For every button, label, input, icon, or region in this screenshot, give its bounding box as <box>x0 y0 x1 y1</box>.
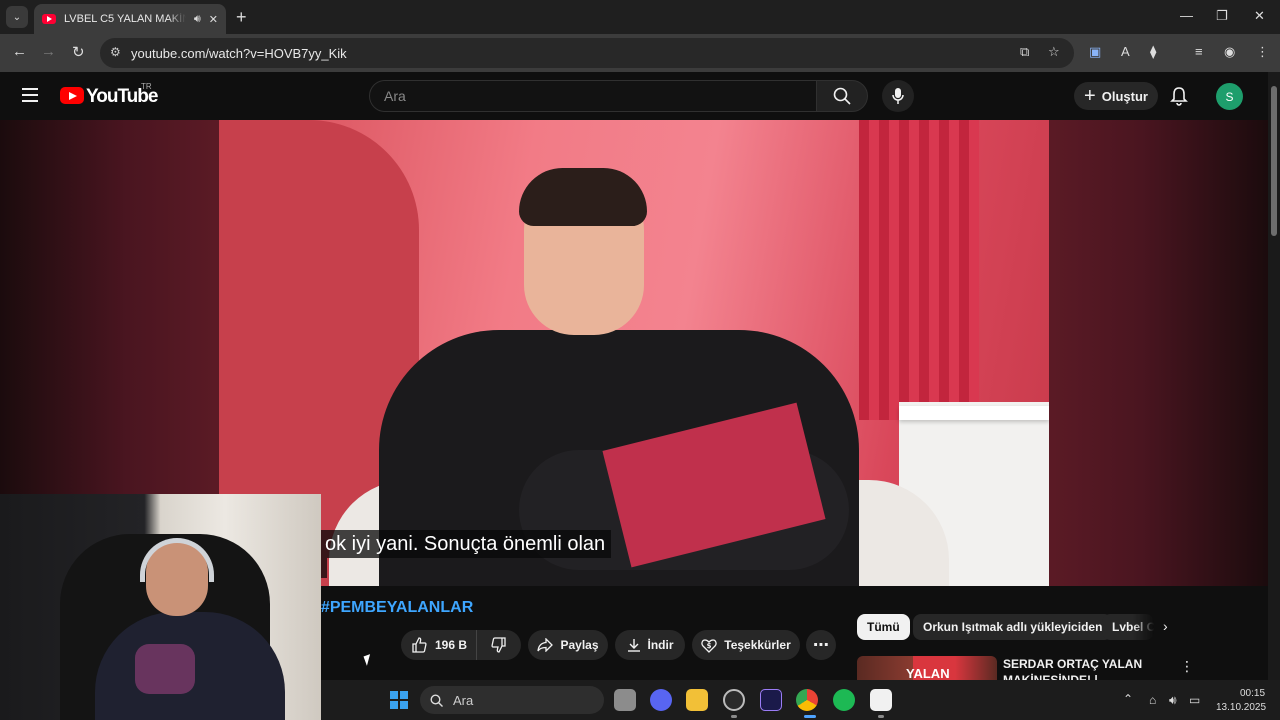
address-bar[interactable]: ⚙ youtube.com/watch?v=HOVB7yy_Kik ⧉ ☆ <box>100 38 1074 68</box>
taskbar-search-label: Ara <box>453 692 474 708</box>
discord-icon[interactable] <box>650 689 672 711</box>
bookmark-star-icon[interactable]: ☆ <box>1048 44 1060 60</box>
more-horizontal-icon: ⋯ <box>813 637 829 654</box>
like-count: 196 B <box>435 638 468 652</box>
install-app-icon[interactable]: ⧉ <box>1020 44 1029 60</box>
bell-icon <box>1170 87 1188 106</box>
active-indicator <box>804 715 816 718</box>
page-scrollbar[interactable] <box>1268 72 1280 680</box>
like-dislike-group: 196 B <box>401 630 521 660</box>
share-label: Paylaş <box>560 638 599 652</box>
clock-date[interactable]: 13.10.2025 <box>1216 702 1266 713</box>
search-icon <box>833 87 851 105</box>
search-button[interactable] <box>816 80 868 112</box>
browser-toolbar: ← → ↻ ⚙ youtube.com/watch?v=HOVB7yy_Kik … <box>0 34 1280 72</box>
clock-time[interactable]: 00:15 <box>1240 688 1265 699</box>
youtube-favicon-icon <box>42 14 56 24</box>
youtube-header: YouTube TR + Oluştur <box>0 72 1268 120</box>
video-background-curtain <box>859 120 979 420</box>
restore-window-button[interactable]: ❐ <box>1216 8 1228 24</box>
tab-title: LVBEL C5 YALAN MAKİNESİ <box>64 13 186 25</box>
webcam-shirt-print <box>135 644 195 694</box>
download-icon <box>627 639 640 652</box>
browser-tab-strip: ⌄ LVBEL C5 YALAN MAKİNESİ 🔊︎ ✕ + — ❐ ✕ <box>0 0 1280 34</box>
taskbar-search[interactable]: Ara <box>420 686 604 714</box>
recommended-video-title[interactable]: SERDAR ORTAÇ YALAN MAKİNESİNDE! | <box>1003 656 1163 680</box>
premiere-pro-icon[interactable] <box>760 689 782 711</box>
guide-menu-icon[interactable] <box>22 88 38 102</box>
microphone-icon <box>892 88 904 104</box>
dislike-button[interactable] <box>477 637 521 653</box>
capcut-icon[interactable] <box>870 689 892 711</box>
battery-icon[interactable]: ▭ <box>1189 693 1200 707</box>
plus-icon: + <box>1084 85 1096 107</box>
chevron-right-icon[interactable]: › <box>1163 618 1168 634</box>
video-person-hair <box>519 168 647 226</box>
video-table-top <box>899 406 1049 420</box>
show-hidden-icons-icon[interactable]: ⌃ <box>1123 692 1133 706</box>
scrollbar-thumb[interactable] <box>1271 86 1277 236</box>
taskbar-search-icon <box>430 693 443 707</box>
translate-extension-icon[interactable]: ▣ <box>1089 44 1101 60</box>
thanks-label: Teşekkürler <box>724 638 791 652</box>
notifications-button[interactable] <box>1170 86 1188 111</box>
webcam-overlay <box>0 494 321 720</box>
chip-lvbel[interactable]: Lvbel C5 <box>1102 614 1154 640</box>
caption-text: ok iyi yani. Sonuçta önemli olan <box>319 530 612 558</box>
chrome-icon[interactable] <box>796 689 818 711</box>
profile-icon[interactable]: ◉ <box>1224 44 1235 60</box>
thumbs-down-icon <box>491 637 506 653</box>
network-icon[interactable]: ⌂ <box>1149 693 1156 707</box>
voice-search-button[interactable] <box>882 80 914 112</box>
download-label: İndir <box>647 638 674 652</box>
browser-menu-icon[interactable]: ⋮ <box>1256 44 1269 60</box>
forward-button[interactable]: → <box>41 43 56 60</box>
more-vertical-icon[interactable]: ⋮ <box>1180 658 1194 675</box>
browser-tab[interactable]: LVBEL C5 YALAN MAKİNESİ 🔊︎ ✕ <box>34 4 226 34</box>
minimize-window-button[interactable]: — <box>1180 8 1193 23</box>
title-hashtag-link[interactable]: #PEMBEYALANLAR <box>321 599 473 616</box>
chip-all[interactable]: Tümü <box>857 614 910 640</box>
extension-a-icon[interactable]: A <box>1121 44 1130 59</box>
share-icon <box>537 638 554 652</box>
address-url[interactable]: youtube.com/watch?v=HOVB7yy_Kik <box>131 46 347 61</box>
thumbnail-text: YALAN <box>906 666 950 681</box>
windows-start-icon[interactable] <box>390 691 408 709</box>
spotify-icon[interactable] <box>833 689 855 711</box>
tab-audio-icon[interactable]: 🔊︎ <box>194 13 201 26</box>
site-info-icon[interactable]: ⚙ <box>110 45 121 59</box>
new-tab-button[interactable]: + <box>236 7 247 28</box>
chip-uploader[interactable]: Orkun Işıtmak adlı yükleyiciden <box>913 614 1113 640</box>
volume-icon[interactable]: 🔊︎ <box>1169 693 1177 708</box>
create-label: Oluştur <box>1101 88 1148 104</box>
file-explorer-icon[interactable] <box>686 689 708 711</box>
tab-close-icon[interactable]: ✕ <box>209 13 218 26</box>
reload-button[interactable]: ↻ <box>72 43 85 61</box>
obs-icon[interactable] <box>723 689 745 711</box>
running-indicator <box>731 715 737 718</box>
create-button[interactable]: + Oluştur <box>1074 82 1158 110</box>
thanks-button[interactable]: $ Teşekkürler <box>692 630 800 660</box>
media-controls-icon[interactable]: ≡ <box>1195 44 1203 59</box>
country-code: TR <box>141 82 152 91</box>
download-button[interactable]: İndir <box>615 630 685 660</box>
account-avatar[interactable]: S <box>1216 83 1243 110</box>
svg-text:$: $ <box>707 642 712 650</box>
search-box[interactable] <box>369 80 817 112</box>
task-view-icon[interactable] <box>614 689 636 711</box>
tab-search-button[interactable]: ⌄ <box>6 6 28 28</box>
like-button[interactable]: 196 B <box>401 630 477 660</box>
video-title: | #PEMBEYALANLAR <box>312 599 473 617</box>
extensions-puzzle-icon[interactable]: ⧫ <box>1150 44 1156 60</box>
thumbs-up-icon <box>412 637 427 653</box>
back-button[interactable]: ← <box>12 43 27 60</box>
running-indicator <box>878 715 884 718</box>
video-frame[interactable] <box>219 120 1049 586</box>
super-thanks-heart-icon: $ <box>701 638 717 653</box>
share-button[interactable]: Paylaş <box>528 630 608 660</box>
youtube-logo-icon[interactable] <box>60 87 84 104</box>
search-input[interactable] <box>370 81 816 111</box>
close-window-button[interactable]: ✕ <box>1254 8 1265 24</box>
more-actions-button[interactable]: ⋯ <box>806 630 836 660</box>
